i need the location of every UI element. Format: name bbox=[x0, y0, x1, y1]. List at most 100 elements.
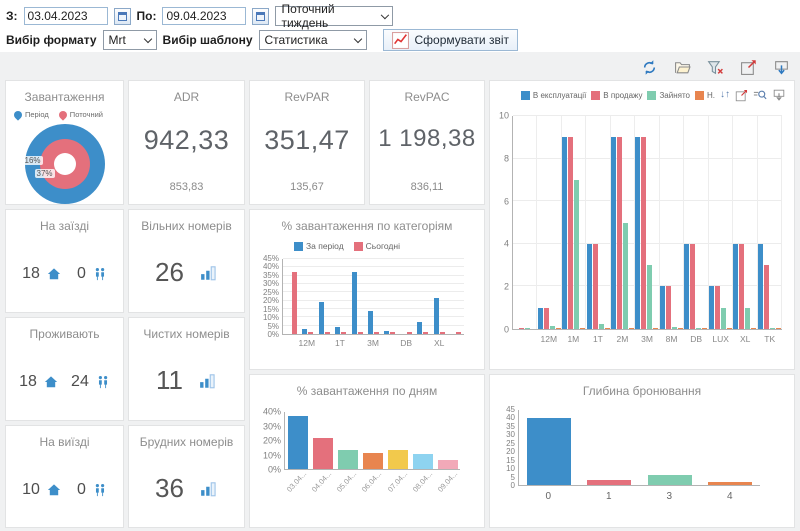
x-tick-label: 09.04... bbox=[435, 476, 460, 486]
kpi-value: 351,47 bbox=[250, 125, 364, 156]
legend-label: Зайнято bbox=[659, 91, 690, 100]
rooms-pair: 18 bbox=[22, 265, 61, 283]
card-title: Чистих номерів bbox=[129, 327, 244, 341]
bar bbox=[438, 460, 458, 469]
to-date-input[interactable] bbox=[162, 7, 246, 25]
generate-report-button[interactable]: Сформувати звіт bbox=[383, 29, 519, 51]
kpi-value: 1 198,38 bbox=[370, 125, 484, 153]
bar bbox=[341, 332, 346, 334]
revpac-card: RevPAC 1 198,38 836,11 bbox=[369, 80, 485, 205]
y-tick-label: 45% bbox=[263, 255, 279, 263]
open-icon[interactable] bbox=[674, 59, 691, 76]
chart-header: В експлуатації В продажу Зайнято Н. ↓↑ bbox=[490, 81, 794, 102]
sort-icon[interactable]: ↓↑ bbox=[720, 90, 730, 100]
y-tick-label: 15% bbox=[263, 306, 279, 314]
legend-item[interactable]: Сьогодні bbox=[354, 241, 400, 251]
x-tick-label bbox=[414, 338, 431, 348]
card-title: Вільних номерів bbox=[129, 219, 244, 233]
format-row: Вибір формату Mrt Вибір шаблону Статисти… bbox=[6, 28, 794, 52]
x-tick-label: XL bbox=[431, 338, 448, 348]
y-tick-label: 5 bbox=[511, 474, 515, 482]
legend-item[interactable]: В експлуатації bbox=[521, 91, 586, 100]
x-tick-label: 3M bbox=[635, 334, 660, 344]
report-chart-icon bbox=[392, 32, 409, 49]
template-select[interactable]: Статистика bbox=[259, 30, 367, 50]
y-tick-label: 35% bbox=[263, 272, 279, 280]
bar bbox=[672, 327, 677, 329]
legend-item-current[interactable]: Поточний bbox=[59, 110, 103, 119]
clean-rooms-card: Чистих номерів 11 bbox=[128, 317, 245, 421]
legend-item[interactable]: Н. bbox=[695, 91, 715, 100]
legend-item[interactable]: Зайнято bbox=[647, 91, 690, 100]
plot-area bbox=[518, 410, 760, 486]
chart-legend: За період Сьогодні bbox=[294, 241, 484, 251]
y-tick-label: 20 bbox=[506, 448, 515, 456]
legend-item[interactable]: За період bbox=[294, 241, 344, 251]
to-calendar-button[interactable] bbox=[252, 8, 269, 25]
chart-body: 0246810 12M1M1T2M3M8MDBLUXXLTK bbox=[490, 116, 794, 344]
y-tick-label: 0 bbox=[504, 326, 509, 335]
x-tick-label: 0 bbox=[518, 491, 579, 502]
refresh-icon[interactable] bbox=[641, 59, 658, 76]
x-tick-label: 08.04... bbox=[410, 476, 435, 486]
y-tick-label: 25 bbox=[506, 440, 515, 448]
rooms-count: 18 bbox=[19, 373, 37, 391]
bar-group bbox=[635, 116, 659, 329]
zoom-icon[interactable] bbox=[753, 88, 767, 102]
from-date-input[interactable] bbox=[24, 7, 108, 25]
legend-label: Період bbox=[25, 110, 49, 119]
bar bbox=[605, 328, 610, 329]
bar bbox=[587, 480, 631, 485]
y-tick-label: 4 bbox=[504, 240, 509, 249]
bar-group bbox=[519, 410, 579, 485]
clean-rooms-count: 11 bbox=[156, 365, 183, 396]
clear-filter-icon[interactable] bbox=[707, 59, 724, 76]
bar-group bbox=[332, 259, 348, 334]
bar bbox=[678, 328, 683, 329]
guests-count: 24 bbox=[71, 373, 89, 391]
x-tick-label bbox=[512, 334, 537, 344]
x-tick-label bbox=[348, 338, 365, 348]
export-icon[interactable] bbox=[772, 88, 786, 102]
export-icon[interactable] bbox=[773, 59, 790, 76]
bar-group bbox=[684, 116, 708, 329]
format-select-value: Mrt bbox=[109, 33, 126, 47]
house-icon bbox=[47, 267, 61, 281]
x-tick-label: XL bbox=[733, 334, 758, 344]
bar-group bbox=[310, 412, 335, 469]
expand-icon[interactable] bbox=[735, 89, 748, 102]
bar bbox=[629, 328, 634, 329]
bar-stats-icon bbox=[199, 372, 217, 390]
x-axis: 0134 bbox=[518, 491, 760, 502]
donut-legend: Період Поточний bbox=[14, 110, 123, 119]
bar bbox=[708, 482, 752, 485]
x-tick-label: LUX bbox=[708, 334, 733, 344]
period-select-value: Поточний тиждень bbox=[281, 2, 375, 30]
format-select[interactable]: Mrt bbox=[103, 30, 157, 50]
bar bbox=[611, 137, 616, 329]
period-select[interactable]: Поточний тиждень bbox=[275, 6, 393, 26]
bar-group bbox=[611, 116, 635, 329]
bar bbox=[623, 223, 628, 330]
bar-group bbox=[349, 259, 365, 334]
x-tick-label: 05.04... bbox=[334, 476, 359, 486]
x-tick-label bbox=[447, 338, 464, 348]
bar-group bbox=[415, 259, 431, 334]
y-tick-label: 40% bbox=[263, 263, 279, 271]
legend-item-period[interactable]: Період bbox=[14, 110, 49, 119]
bar-group bbox=[283, 259, 299, 334]
legend-swatch bbox=[591, 91, 600, 100]
expand-icon[interactable] bbox=[740, 59, 757, 76]
rooms-count: 18 bbox=[22, 265, 40, 283]
card-title: ADR bbox=[129, 90, 244, 104]
legend-item[interactable]: В продажу bbox=[591, 91, 642, 100]
bar bbox=[313, 438, 333, 469]
arrivals-card: На заїзді 18 0 bbox=[5, 209, 124, 313]
chart-title: % завантаження по дням bbox=[250, 384, 484, 398]
clean-rooms-value-row: 11 bbox=[129, 365, 244, 396]
from-calendar-button[interactable] bbox=[114, 8, 131, 25]
bar-group bbox=[700, 410, 760, 485]
x-tick-label: 2M bbox=[610, 334, 635, 344]
card-title: Брудних номерів bbox=[129, 435, 244, 449]
plot-column: 12M1T3MDBXL bbox=[282, 259, 484, 348]
